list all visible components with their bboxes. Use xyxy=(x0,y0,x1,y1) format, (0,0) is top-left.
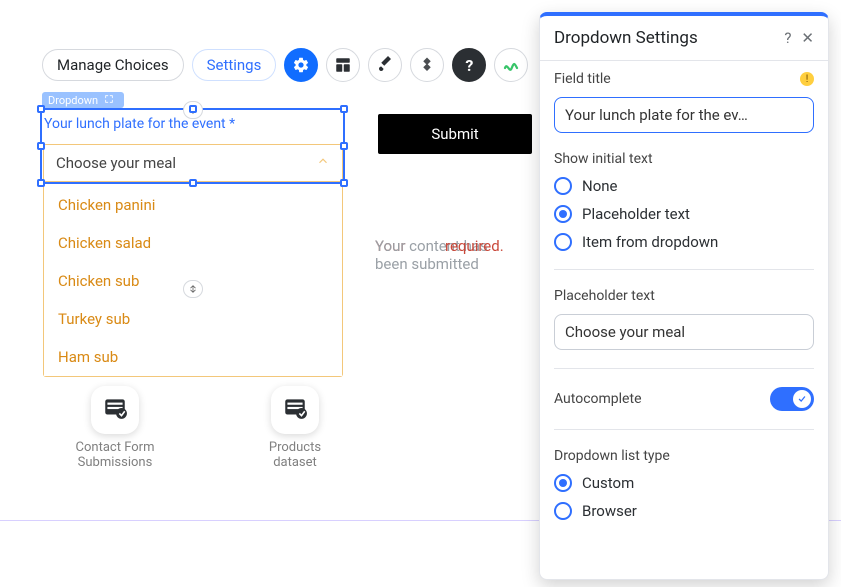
dataset-icon xyxy=(282,395,308,425)
field-title-label: Field title xyxy=(554,71,611,87)
dropdown-option[interactable]: Turkey sub xyxy=(44,300,342,338)
list-type-label: Dropdown list type xyxy=(554,448,814,464)
placeholder-text-input[interactable]: Choose your meal xyxy=(554,314,814,350)
panel-close-button[interactable]: ✕ xyxy=(801,29,814,47)
panel-body: Field title ! Your lunch plate for the e… xyxy=(540,61,828,540)
editor-toolbar: Manage Choices Settings ? xyxy=(42,48,528,82)
divider xyxy=(554,429,814,430)
layout-icon xyxy=(334,56,352,74)
radio-item[interactable]: Item from dropdown xyxy=(554,233,814,251)
resize-handle[interactable] xyxy=(189,179,197,187)
placeholder-text-label: Placeholder text xyxy=(554,288,814,304)
dataset-products[interactable]: Productsdataset xyxy=(240,386,350,470)
resize-handle[interactable] xyxy=(37,142,45,150)
dropdown-option[interactable]: Chicken panini xyxy=(44,186,342,224)
component-chip[interactable]: Dropdown xyxy=(42,92,124,108)
radio-list-custom[interactable]: Custom xyxy=(554,474,814,492)
submit-button[interactable]: Submit xyxy=(378,114,532,154)
warning-icon[interactable]: ! xyxy=(800,72,814,86)
dataset-caption: Contact FormSubmissions xyxy=(76,440,155,470)
settings-gear-button[interactable] xyxy=(284,48,318,82)
divider xyxy=(554,269,814,270)
help-button[interactable]: ? xyxy=(452,48,486,82)
settings-button[interactable]: Settings xyxy=(192,49,277,81)
form-status-text: Your Your content has required. been sub… xyxy=(375,236,535,274)
dataset-contact-form[interactable]: Contact FormSubmissions xyxy=(60,386,170,470)
design-brush-button[interactable] xyxy=(368,48,402,82)
radio-placeholder[interactable]: Placeholder text xyxy=(554,205,814,223)
dataset-icon xyxy=(102,395,128,425)
panel-title: Dropdown Settings xyxy=(554,28,698,48)
resize-handle[interactable] xyxy=(340,105,348,113)
animations-button[interactable] xyxy=(410,48,444,82)
dataset-tile xyxy=(271,386,319,434)
layout-button[interactable] xyxy=(326,48,360,82)
gear-icon xyxy=(292,56,310,74)
show-initial-label: Show initial text xyxy=(554,151,814,167)
resize-handle[interactable] xyxy=(37,179,45,187)
autocomplete-toggle[interactable] xyxy=(770,387,814,411)
panel-help-button[interactable]: ? xyxy=(784,29,791,47)
radio-none[interactable]: None xyxy=(554,177,814,195)
brush-icon xyxy=(376,56,394,74)
autocomplete-label: Autocomplete xyxy=(554,391,642,407)
manage-choices-button[interactable]: Manage Choices xyxy=(42,49,184,81)
dropdown-option[interactable]: Ham sub xyxy=(44,338,342,376)
resize-knob-bottom[interactable] xyxy=(183,280,203,298)
submit-label: Submit xyxy=(431,125,478,143)
dropdown-option[interactable]: Chicken salad xyxy=(44,224,342,262)
resize-handle[interactable] xyxy=(340,142,348,150)
squiggle-icon xyxy=(502,56,520,74)
resize-handle[interactable] xyxy=(189,105,197,113)
dataset-caption: Productsdataset xyxy=(269,440,321,470)
expand-icon xyxy=(104,94,114,107)
field-title-input[interactable]: Your lunch plate for the ev… xyxy=(554,97,814,133)
dataset-tile xyxy=(91,386,139,434)
resize-handle[interactable] xyxy=(340,179,348,187)
selection-outline xyxy=(40,108,345,184)
data-connections-button[interactable] xyxy=(494,48,528,82)
settings-label: Settings xyxy=(207,56,262,74)
datasets-row: Contact FormSubmissions Productsdataset xyxy=(60,386,350,470)
manage-choices-label: Manage Choices xyxy=(57,56,169,74)
question-icon: ? xyxy=(465,56,473,75)
diamond-stack-icon xyxy=(418,56,436,74)
component-chip-label: Dropdown xyxy=(48,94,98,107)
radio-list-browser[interactable]: Browser xyxy=(554,502,814,520)
resize-handle[interactable] xyxy=(37,105,45,113)
settings-panel: Dropdown Settings ? ✕ Field title ! Your… xyxy=(539,12,829,580)
toggle-knob xyxy=(793,390,811,408)
divider xyxy=(554,368,814,369)
panel-header: Dropdown Settings ? ✕ xyxy=(540,16,828,61)
